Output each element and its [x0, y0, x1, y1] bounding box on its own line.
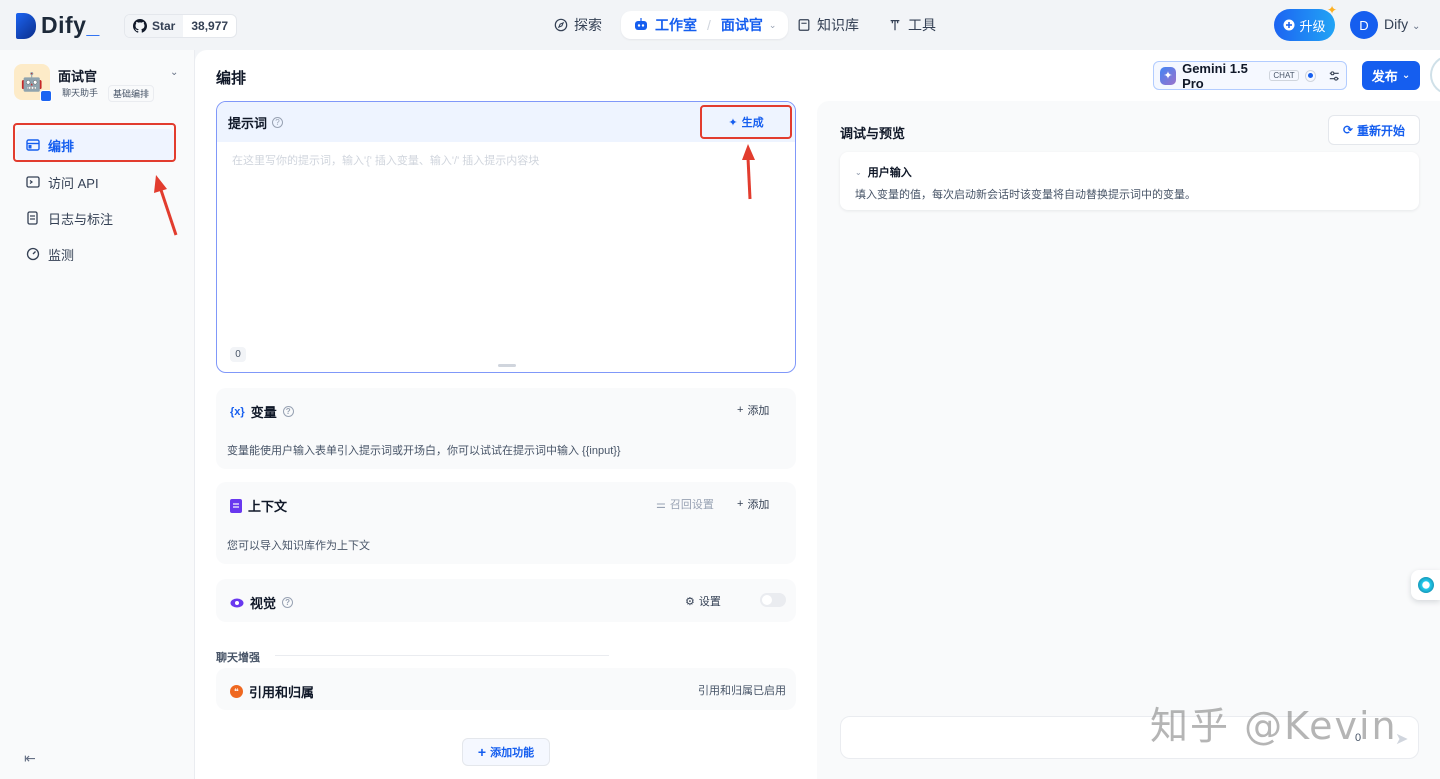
annotation-arrows [154, 144, 755, 236]
arrow-to-orchestrate [154, 175, 178, 236]
arrow-to-generate [742, 144, 755, 200]
watermark: 知乎 @Kevin [1150, 704, 1398, 748]
